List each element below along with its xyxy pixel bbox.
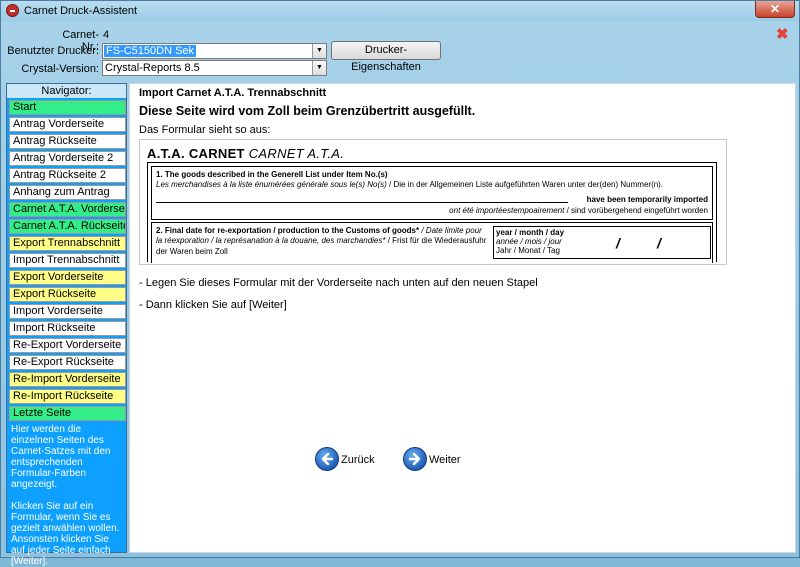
arrow-right-icon[interactable] [403,447,427,471]
next-button-label[interactable]: Weiter [429,454,461,466]
instruction-1: - Legen Sie dieses Formular mit der Vord… [139,277,538,289]
form-field-2-title-en: 2. Final date for re-exportation / produ… [156,226,420,235]
form-field-2-line2-fr: la réexporation / la représanation à la … [156,236,386,245]
app-icon [6,4,19,17]
navigator-item[interactable]: Import Vorderseite [9,304,126,319]
printer-select[interactable]: FS-C5150DN Sek ▼ [102,43,327,59]
main-window: Carnet Druck-Assistent ✕ Carnet-Nr.: 4 B… [0,0,800,567]
window-title: Carnet Druck-Assistent [24,5,138,17]
navigator-item[interactable]: Antrag Vorderseite [9,117,126,132]
page-title: Diese Seite wird vom Zoll beim Grenzüber… [139,104,476,118]
navigator-item[interactable]: Export Trennabschnitt [9,236,126,251]
date-box: year / month / day année / mois / jour J… [493,226,711,259]
title-bar: Carnet Druck-Assistent ✕ [1,1,799,21]
navigator-help-text-2: Klicken Sie auf ein Formular, wenn Sie e… [11,501,120,567]
form-field-1-subtitle: Les merchandises à la liste énumérées gé… [156,180,663,189]
navigator-item[interactable]: Carnet A.T.A. Rückseite [9,219,126,234]
navigator-item[interactable]: Carnet A.T.A. Vorderseite [9,202,126,217]
crystal-version-label: Crystal-Version: [21,63,99,75]
form-preview: A.T.A. CARNET CARNET A.T.A. 1. The goods… [139,139,727,265]
navigator-item[interactable]: Antrag Rückseite [9,134,126,149]
form-field-1-right: ont été importéestempoairement / sind vo… [449,206,708,215]
date-separator: / [616,235,620,251]
navigator-item[interactable]: Export Vorderseite [9,270,126,285]
content-panel: Import Carnet A.T.A. Trennabschnitt Dies… [129,83,796,553]
chevron-down-icon[interactable]: ▼ [312,44,326,58]
form-title: A.T.A. CARNET CARNET A.T.A. [147,146,344,161]
navigator-item[interactable]: Re-Import Vorderseite [9,372,126,387]
form-field-2-line3: der Waren beim Zoll [156,247,228,256]
printer-select-value: FS-C5150DN Sek [104,45,197,57]
date-label-fr: année / mois / jour [496,237,562,246]
navigator-panel: Navigator: Start Antrag Vorderseite Antrag… [6,83,127,567]
form-field-1-right-de: / sind vorübergehend eingeführt worden [564,206,708,215]
form-field-2-line2-de: / Frist für die Wiederausfuhr [385,236,487,245]
date-separator: / [657,235,661,251]
form-field-2-title-fr: / Date limite pour [419,226,482,235]
navigator-item[interactable]: Anhang zum Antrag [9,185,126,200]
form-field-1-right-fr: ont été importéestempoairement [449,206,565,215]
form-field-1-line [156,202,568,203]
form-field-1: 1. The goods described in the Generell L… [151,166,713,220]
form-title-italic: CARNET A.T.A. [248,146,345,161]
form-field-1-title: 1. The goods described in the Generell L… [156,170,388,179]
form-field-2: 2. Final date for re-exportation / produ… [151,222,713,263]
navigator-item[interactable]: Antrag Rückseite 2 [9,168,126,183]
form-field-1-right-en: have been temporarily imported [586,195,708,204]
navigator-item[interactable]: Re-Import Rückseite [9,389,126,404]
arrow-left-icon[interactable] [315,447,339,471]
back-button-label[interactable]: Zurück [341,454,375,466]
navigator-item[interactable]: Start [9,100,126,115]
navigator-item[interactable]: Import Trennabschnitt [9,253,126,268]
navigator-help-text-1: Hier werden die einzelnen Seiten des Car… [11,424,111,490]
navigator-item[interactable]: Antrag Vorderseite 2 [9,151,126,166]
crystal-version-select[interactable]: Crystal-Reports 8.5 ▼ [102,60,327,76]
navigator-item[interactable]: Re-Export Vorderseite [9,338,126,353]
navigator-help: Hier werden die einzelnen Seiten des Car… [11,424,124,567]
chevron-down-icon[interactable]: ▼ [312,61,326,75]
intro-text: Das Formular sieht so aus: [139,124,271,136]
form-frame: 1. The goods described in the Generell L… [147,162,717,263]
form-title-main: A.T.A. CARNET [147,146,245,161]
form-field-1-subtitle-fr: Les merchandises à la liste énumérées gé… [156,180,387,189]
section-title: Import Carnet A.T.A. Trennabschnitt [139,87,327,99]
navigator-item[interactable]: Re-Export Rückseite [9,355,126,370]
printer-label: Benutzter Drucker: [7,45,99,57]
navigator-item[interactable]: Letzte Seite [9,406,126,421]
date-label-de: Jahr / Monat / Tag [496,246,560,255]
form-field-1-subtitle-de: / Die in der Allgemeinen Liste aufgeführ… [386,180,664,189]
form-field-2-line2: la réexporation / la représanation à la … [156,236,486,245]
carnet-number-value: 4 [103,29,110,41]
printer-properties-button[interactable]: Drucker-Eigenschaften [331,41,441,73]
instruction-2: - Dann klicken Sie auf [Weiter] [139,299,287,311]
navigator-header: Navigator: [7,84,126,98]
navigator-item[interactable]: Export Rückseite [9,287,126,302]
close-icon: ✕ [769,2,781,16]
window-close-button[interactable]: ✕ [755,1,795,18]
crystal-version-value: Crystal-Reports 8.5 [105,62,200,74]
navigator-item[interactable]: Import Rückseite [9,321,126,336]
form-field-2-title: 2. Final date for re-exportation / produ… [156,226,482,235]
close-icon[interactable]: ✖ [776,25,789,43]
date-label-en: year / month / day [496,228,565,237]
